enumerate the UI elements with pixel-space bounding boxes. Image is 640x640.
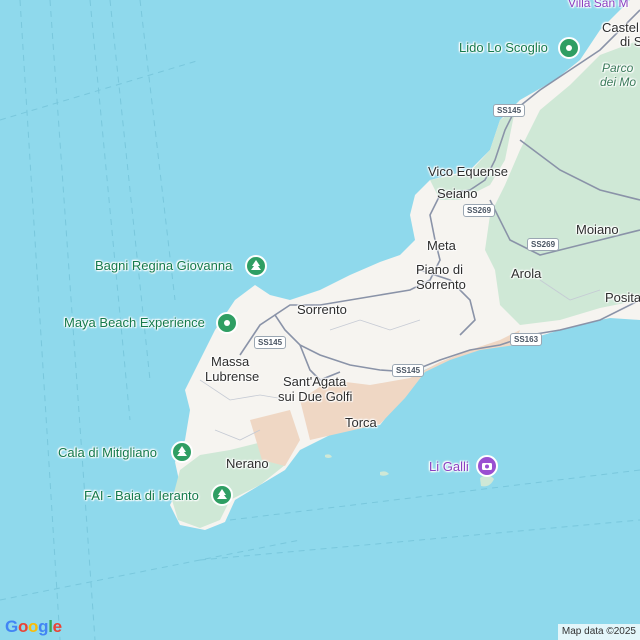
google-letter: o xyxy=(28,617,39,636)
town-label[interactable]: Sorrento xyxy=(416,277,466,292)
park-label[interactable]: Parco xyxy=(602,61,633,75)
road-shield: SS145 xyxy=(392,364,425,377)
town-label[interactable]: Vico Equense xyxy=(428,164,508,179)
google-letter: g xyxy=(38,617,49,636)
road-shield: SS163 xyxy=(510,333,543,346)
road-shield: SS145 xyxy=(254,336,287,349)
place-label[interactable]: Bagni Regina Giovanna xyxy=(95,258,232,273)
town-label[interactable]: Posita xyxy=(605,290,640,305)
town-label[interactable]: Massa xyxy=(211,354,249,369)
town-label[interactable]: Lubrense xyxy=(205,369,259,384)
google-letter: o xyxy=(17,617,29,636)
place-label[interactable]: Lido Lo Scoglio xyxy=(459,40,548,55)
tree-icon[interactable] xyxy=(211,484,233,506)
town-label[interactable]: Seiano xyxy=(437,186,477,201)
google-letter: G xyxy=(5,617,18,636)
place-label[interactable]: Li Galli xyxy=(429,459,469,474)
town-label[interactable]: Nerano xyxy=(226,456,269,471)
park-label[interactable]: dei Mo xyxy=(600,75,636,89)
islet xyxy=(325,454,332,458)
google-letter: e xyxy=(52,617,62,636)
town-label[interactable]: sui Due Golfi xyxy=(278,389,352,404)
tree-icon[interactable] xyxy=(245,255,267,277)
town-label[interactable]: Torca xyxy=(345,415,377,430)
road-shield: SS269 xyxy=(527,238,560,251)
town-label[interactable]: Meta xyxy=(427,238,456,253)
beach-icon[interactable] xyxy=(216,312,238,334)
place-label[interactable]: FAI - Baia di Ieranto xyxy=(84,488,199,503)
town-label[interactable]: Castel xyxy=(602,20,639,35)
road-shield: SS269 xyxy=(463,204,496,217)
islet xyxy=(380,471,389,476)
tree-icon[interactable] xyxy=(171,441,193,463)
place-label[interactable]: Maya Beach Experience xyxy=(64,315,205,330)
town-label[interactable]: di S xyxy=(620,34,640,49)
beach-icon[interactable] xyxy=(558,37,580,59)
town-label[interactable]: Sorrento xyxy=(297,302,347,317)
town-label[interactable]: Piano di xyxy=(416,262,463,277)
road-shield: SS145 xyxy=(493,104,526,117)
google-logo[interactable]: Google xyxy=(5,617,62,637)
town-label[interactable]: Moiano xyxy=(576,222,619,237)
map-attribution[interactable]: Map data ©2025 xyxy=(557,624,640,640)
camera-icon[interactable] xyxy=(476,455,498,477)
place-label[interactable]: Cala di Mitigliano xyxy=(58,445,157,460)
town-label[interactable]: Sant'Agata xyxy=(283,374,346,389)
town-label[interactable]: Arola xyxy=(511,266,541,281)
town-label[interactable]: Villa San M xyxy=(568,0,628,10)
